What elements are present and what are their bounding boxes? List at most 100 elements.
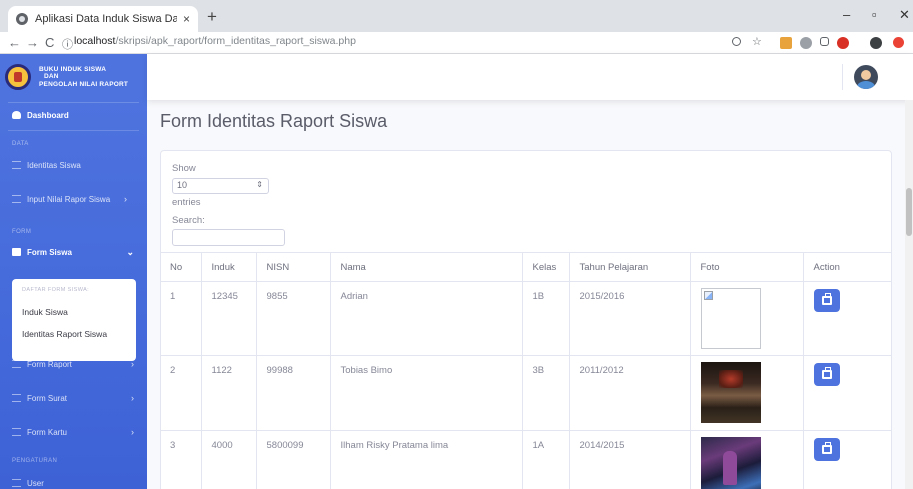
column-header-foto[interactable]: Foto: [690, 252, 804, 282]
sidebar-item-user[interactable]: User: [0, 473, 147, 489]
page-scrollbar[interactable]: [905, 100, 913, 489]
school-logo-icon: [5, 64, 31, 90]
column-header-tahun[interactable]: Tahun Pelajaran: [569, 252, 691, 282]
sidebar-item-input-nilai[interactable]: Input Nilai Rapor Siswa ›: [0, 189, 147, 209]
brand-line: BUKU INDUK SISWA: [39, 65, 107, 73]
cell-kelas: 1B: [522, 281, 570, 356]
data-table: No Induk NISN Nama Kelas Tahun Pelajaran…: [160, 252, 892, 489]
cell-kelas: 3B: [522, 355, 570, 431]
column-header-no[interactable]: No: [160, 252, 202, 282]
scrollbar-thumb[interactable]: [906, 188, 912, 236]
tab-close-icon[interactable]: ×: [183, 12, 190, 26]
extension-icon[interactable]: [780, 37, 792, 49]
sidebar-item-label: Form Siswa: [27, 247, 72, 257]
minimize-button[interactable]: –: [843, 7, 850, 22]
print-button[interactable]: [813, 363, 840, 386]
broken-image-icon: [703, 291, 713, 300]
print-button[interactable]: [813, 438, 840, 461]
extension-icon[interactable]: [820, 37, 829, 46]
topbar: [147, 54, 913, 100]
new-tab-button[interactable]: +: [207, 7, 217, 27]
cell-nama: Adrian: [330, 281, 523, 356]
table-row: 1 12345 9855 Adrian 1B 2015/2016: [160, 281, 892, 356]
entries-select[interactable]: 10 ⇕: [172, 178, 269, 194]
url-path: /skripsi/apk_raport/form_identitas_rapor…: [115, 35, 356, 47]
close-window-button[interactable]: ✕: [899, 7, 910, 23]
back-button[interactable]: ←: [8, 35, 21, 50]
table-header-row: No Induk NISN Nama Kelas Tahun Pelajaran…: [160, 252, 892, 282]
print-icon: [821, 293, 832, 305]
profile-icon[interactable]: [870, 37, 882, 49]
cell-no: 3: [160, 430, 202, 489]
search-input[interactable]: [172, 229, 285, 246]
column-header-induk[interactable]: Induk: [201, 252, 257, 282]
entries-label: entries: [172, 197, 201, 208]
sidebar-item-dashboard[interactable]: Dashboard: [0, 105, 147, 125]
show-label: Show: [172, 163, 196, 174]
sidebar-item-label: Form Surat: [27, 393, 68, 403]
maximize-button[interactable]: ▫: [872, 7, 877, 22]
sidebar-item-label: Input Nilai Rapor Siswa: [27, 194, 111, 204]
sidebar-item-form-siswa[interactable]: Form Siswa ⌄: [0, 242, 147, 262]
sidebar: BUKU INDUK SISWA DAN PENGOLAH NILAI RAPO…: [0, 54, 147, 489]
column-header-nisn[interactable]: NISN: [256, 252, 331, 282]
select-caret-icon: ⇕: [256, 180, 263, 189]
extension-icon[interactable]: [800, 37, 812, 49]
table-row: 2 1122 99988 Tobias Bimo 3B 2011/2012: [160, 355, 892, 431]
url-host: localhost: [74, 35, 116, 47]
table-row: 3 4000 5800099 Ilham Risky Pratama lima …: [160, 430, 892, 489]
divider: [8, 102, 139, 103]
print-button[interactable]: [813, 289, 840, 312]
globe-icon: [16, 13, 28, 25]
tachometer-icon: [12, 111, 21, 119]
sidebar-item-identitas-siswa[interactable]: Identitas Siswa: [0, 155, 147, 175]
student-photo: [700, 288, 761, 349]
sidebar-heading: PENGATURAN: [12, 458, 58, 464]
user-avatar[interactable]: [854, 65, 878, 89]
student-photo: [700, 437, 761, 489]
star-icon[interactable]: ☆: [752, 35, 764, 48]
list-icon: [12, 360, 21, 368]
sidebar-item-form-surat[interactable]: Form Surat ›: [0, 388, 147, 408]
brand-text: BUKU INDUK SISWA DAN PENGOLAH NILAI RAPO…: [39, 66, 128, 89]
cell-foto: [690, 430, 804, 489]
submenu-item-identitas-raport[interactable]: Identitas Raport Siswa: [22, 329, 107, 339]
chevron-right-icon: ›: [131, 359, 134, 369]
forward-button[interactable]: →: [26, 35, 39, 50]
column-header-action[interactable]: Action: [803, 252, 892, 282]
column-header-nama[interactable]: Nama: [330, 252, 523, 282]
extension-icon[interactable]: [837, 37, 849, 49]
site-info-icon[interactable]: ⓘ: [62, 36, 73, 52]
table-icon: [12, 248, 21, 256]
submenu-heading: DAFTAR FORM SISWA:: [22, 287, 90, 293]
chevron-right-icon: ›: [124, 194, 127, 204]
submenu-item-induk-siswa[interactable]: Induk Siswa: [22, 307, 68, 317]
student-photo: [700, 362, 761, 423]
brand-line: PENGOLAH NILAI RAPORT: [39, 80, 129, 88]
list-icon: [12, 428, 21, 436]
cell-tahun: 2011/2012: [569, 355, 691, 431]
cell-action: [803, 355, 892, 431]
cell-induk: 12345: [201, 281, 257, 356]
sidebar-item-form-kartu[interactable]: Form Kartu ›: [0, 422, 147, 442]
cell-no: 2: [160, 355, 202, 431]
column-header-kelas[interactable]: Kelas: [522, 252, 570, 282]
brand[interactable]: BUKU INDUK SISWA DAN PENGOLAH NILAI RAPO…: [0, 54, 147, 100]
cell-nisn: 9855: [256, 281, 331, 356]
sidebar-item-form-raport[interactable]: Form Raport ›: [0, 354, 147, 374]
sidebar-item-label: Form Kartu: [27, 427, 68, 437]
sidebar-item-label: User: [27, 478, 44, 488]
reload-button[interactable]: C: [45, 35, 54, 50]
cell-nama: Ilham Risky Pratama lima: [330, 430, 523, 489]
cell-induk: 4000: [201, 430, 257, 489]
cell-nisn: 99988: [256, 355, 331, 431]
cell-induk: 1122: [201, 355, 257, 431]
zoom-icon[interactable]: [732, 37, 741, 46]
opera-icon[interactable]: [893, 37, 904, 48]
cell-nisn: 5800099: [256, 430, 331, 489]
cell-no: 1: [160, 281, 202, 356]
brand-line: DAN: [44, 73, 59, 81]
print-icon: [821, 367, 832, 379]
browser-tab[interactable]: Aplikasi Data Induk Siswa Dan N ×: [8, 6, 198, 32]
url-field[interactable]: localhost/skripsi/apk_raport/form_identi…: [74, 35, 356, 47]
